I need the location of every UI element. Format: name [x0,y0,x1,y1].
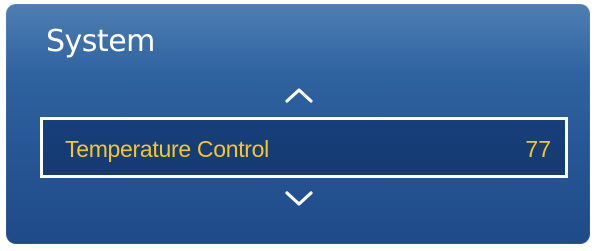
chevron-down-icon[interactable] [281,188,317,210]
menu-title: System [46,24,155,59]
chevron-up-icon[interactable] [281,84,317,106]
menu-item-temperature-control[interactable]: Temperature Control 77 [40,117,568,178]
menu-item-label: Temperature Control [65,136,269,162]
system-menu-panel: System Temperature Control 77 [6,4,590,244]
menu-item-value: 77 [525,136,551,162]
